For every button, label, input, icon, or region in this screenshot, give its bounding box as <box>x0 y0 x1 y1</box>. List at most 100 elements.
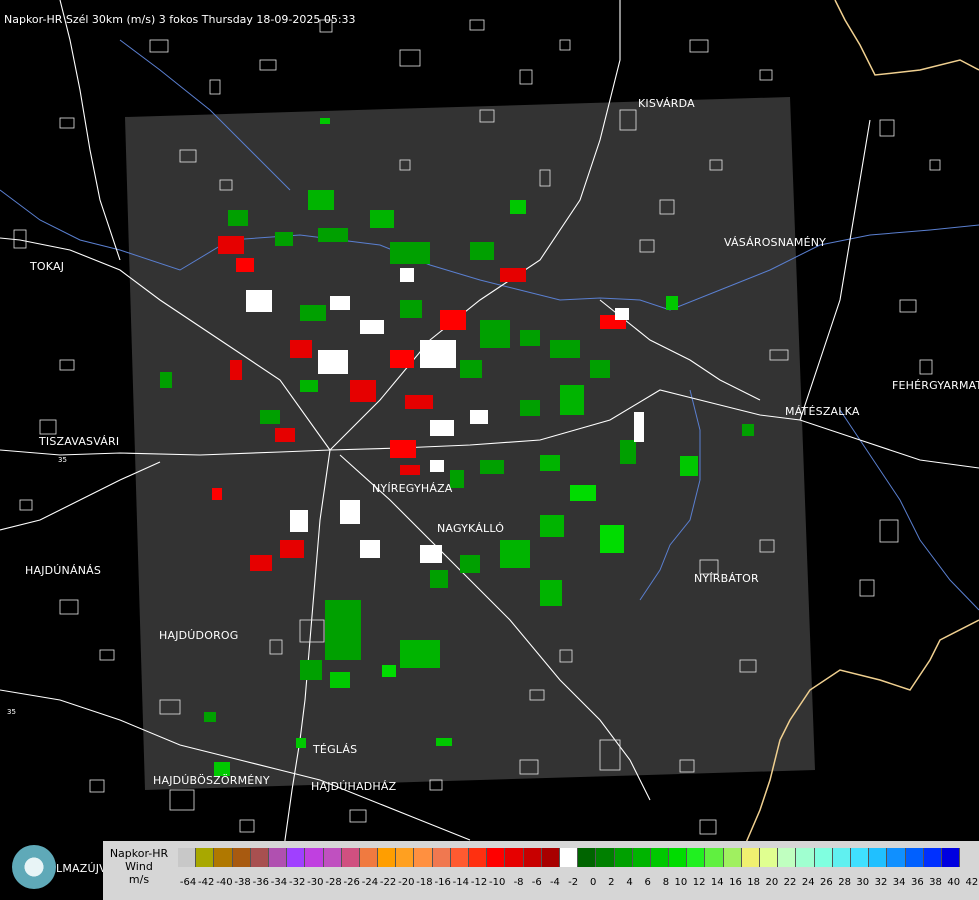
legend-tick-label: 34 <box>892 877 906 888</box>
legend-tick-label: -42 <box>198 877 215 888</box>
legend-swatch <box>196 848 215 867</box>
city-label-mateszalka: MÁTÉSZALKA <box>785 405 860 418</box>
legend-tick-label: -24 <box>361 877 379 888</box>
legend-swatch <box>650 848 670 867</box>
legend-swatch <box>723 848 742 867</box>
legend-ticks: -64 -42 -40 -38 -36 -34 -32 -30 -28 -26 -24 -22 -20-… <box>178 877 978 888</box>
legend-swatch <box>923 848 942 867</box>
legend-tick-label: 36 <box>910 877 924 888</box>
legend-tick-label: 30 <box>856 877 870 888</box>
city-label-teglas: TÉGLÁS <box>313 743 358 756</box>
legend-tick-label: 24 <box>801 877 815 888</box>
legend-swatch <box>796 848 815 867</box>
legend-quantity: Wind <box>125 860 153 873</box>
legend-tick-label: -22 <box>379 877 397 888</box>
legend-swatch <box>614 848 633 867</box>
road-number-markers: 35 35 <box>7 456 67 716</box>
legend-swatch <box>632 848 651 867</box>
legend-swatch <box>214 848 233 867</box>
legend-tick-label: 10 <box>674 877 688 888</box>
legend-tick-label: -2 <box>568 877 579 888</box>
legend-tick-label: 2 <box>608 877 615 888</box>
city-label-tokaj: TOKAJ <box>30 260 65 273</box>
legend-swatch <box>541 848 560 867</box>
legend-swatch <box>414 848 433 867</box>
legend-swatch <box>450 848 469 867</box>
legend-tick-label: -4 <box>549 877 560 888</box>
legend-tick-label: -36 <box>252 877 269 888</box>
city-label-hajdudorog: HAJDÚDOROG <box>159 629 239 642</box>
legend-swatch <box>705 848 724 867</box>
map-title: Napkor-HR Szél 30km (m/s) 3 fokos Thursd… <box>4 13 356 26</box>
legend-swatch <box>232 848 251 867</box>
legend-tick-label: 38 <box>929 877 942 888</box>
legend-tick-label: -28 <box>325 877 342 888</box>
legend-swatch <box>905 848 924 867</box>
legend-tick-label: 32 <box>874 877 888 888</box>
city-label-nyiregyhaza: NYÍREGYHÁZA <box>372 482 453 495</box>
legend-swatch <box>487 848 506 867</box>
legend-swatch <box>505 848 524 867</box>
legend-tick-label: -16 <box>434 877 451 888</box>
legend-swatch <box>523 848 542 867</box>
legend-swatch <box>250 848 269 867</box>
legend-swatch <box>741 848 760 867</box>
city-label-tiszavasvari: TISZAVASVÁRI <box>39 435 120 448</box>
legend-swatch <box>850 848 870 867</box>
city-label-vasarosnameny: VÁSÁROSNAMÉNY <box>724 236 827 249</box>
legend-tick-label: 0 <box>589 877 597 888</box>
legend-tick-label: 12 <box>692 877 706 888</box>
city-label-nyirbator: NYÍRBÁTOR <box>694 572 759 585</box>
legend-tick-label: -64 <box>179 877 197 888</box>
legend-tick-label: 26 <box>820 877 833 888</box>
legend-tick-label: 28 <box>838 877 851 888</box>
legend-swatch <box>778 848 797 867</box>
legend-swatch <box>396 848 415 867</box>
legend-swatch <box>305 848 324 867</box>
legend-tick-label: -40 <box>216 877 233 888</box>
napkor-logo <box>12 845 56 889</box>
legend-swatch <box>341 848 360 867</box>
legend-swatch <box>578 848 597 867</box>
legend-tick-label: -30 <box>307 877 324 888</box>
legend-tick-label: -18 <box>416 877 433 888</box>
legend-swatch <box>941 848 961 867</box>
legend-tick-label: 20 <box>765 877 779 888</box>
legend-swatch <box>559 848 579 867</box>
legend-swatch <box>687 848 706 867</box>
city-label-hajduhadhaz: HAJDÚHADHÁZ <box>311 780 397 793</box>
legend-swatch <box>287 848 306 867</box>
road-number-35-south: 35 <box>7 708 16 716</box>
legend-tick-label: -34 <box>270 877 288 888</box>
legend-swatches <box>178 848 961 867</box>
legend-swatch <box>432 848 451 867</box>
city-label-kisvarda: KISVÁRDA <box>638 97 695 110</box>
legend-tick-label: -20 <box>398 877 415 888</box>
legend-swatch <box>887 848 906 867</box>
road-number-35-west: 35 <box>58 456 67 464</box>
legend-tick-label: -10 <box>489 877 506 888</box>
legend-swatch <box>359 848 379 867</box>
legend-swatch <box>596 848 615 867</box>
legend-swatch <box>268 848 288 867</box>
legend-unit: m/s <box>128 873 150 886</box>
city-label-fehergyarmat: FEHÉRGYARMAT <box>892 379 979 392</box>
legend-swatch <box>832 848 851 867</box>
radar-coverage-area <box>125 97 815 790</box>
city-label-hajdunanas: HAJDÚNÁNÁS <box>25 564 102 577</box>
legend-tick-label: 6 <box>644 877 651 888</box>
color-legend: Napkor-HR Wind m/s -64 -42 -40 -38 -36 -34 -32… <box>103 841 979 900</box>
city-label-nagykallo: NAGYKÁLLÓ <box>437 522 505 535</box>
legend-tick-label: -14 <box>452 877 469 888</box>
legend-tick-label: -38 <box>234 877 251 888</box>
legend-tick-label: 18 <box>747 877 760 888</box>
legend-swatch <box>178 848 197 867</box>
legend-swatch <box>469 848 488 867</box>
legend-tick-label: 42 <box>965 877 979 888</box>
legend-tick-label: -12 <box>470 877 488 888</box>
legend-swatch <box>669 848 688 867</box>
legend-title: Napkor-HR Wind m/s <box>103 841 175 886</box>
legend-tick-label: 16 <box>729 877 742 888</box>
legend-tick-label: 8 <box>662 877 670 888</box>
legend-tick-label: -32 <box>288 877 306 888</box>
